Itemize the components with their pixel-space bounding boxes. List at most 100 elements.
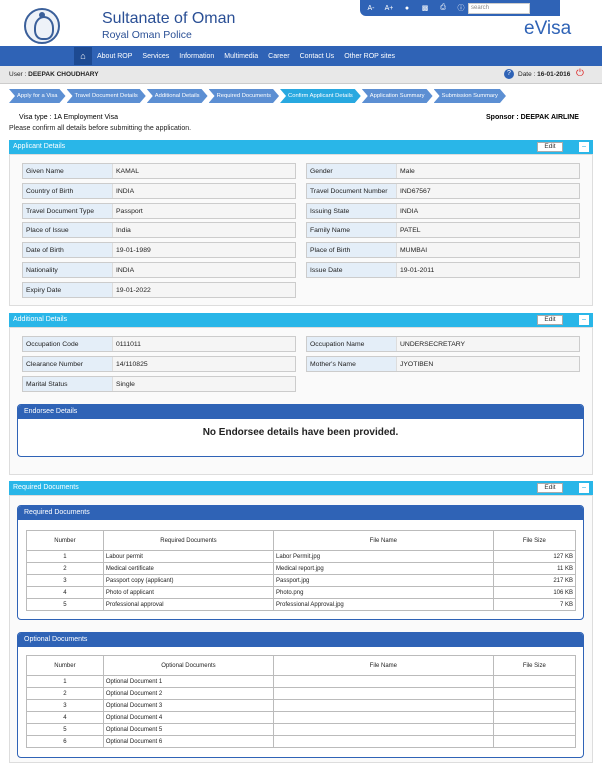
user-label: User : bbox=[9, 71, 29, 78]
table-cell: 217 KB bbox=[492, 574, 577, 587]
site-title: Sultanate of Oman bbox=[102, 10, 236, 27]
field-value: INDIA bbox=[113, 183, 295, 198]
field-label: Mother's Name bbox=[307, 356, 397, 371]
table-cell[interactable]: Photo.png bbox=[273, 586, 494, 599]
user-name: DEEPAK CHOUDHARY bbox=[28, 71, 99, 78]
step-travel-doc[interactable]: Travel Document Details bbox=[67, 89, 146, 103]
sponsor-value: DEEPAK AIRLINE bbox=[520, 114, 579, 121]
table-cell: Optional Document 6 bbox=[102, 735, 275, 748]
field-label: Place of Issue bbox=[23, 223, 113, 238]
field-label: Occupation Name bbox=[307, 337, 397, 351]
power-icon[interactable]: ⏻ bbox=[576, 68, 584, 79]
detail-field: Nationality INDIA bbox=[22, 262, 296, 278]
detail-field: Occupation Code 0111011 bbox=[22, 336, 296, 352]
field-value: 19-01-2022 bbox=[113, 282, 295, 297]
step-submission[interactable]: Submission Summary bbox=[434, 89, 506, 103]
info-icon[interactable]: ⓘ bbox=[454, 3, 468, 13]
font-decrease-button[interactable]: A- bbox=[364, 5, 378, 12]
table-cell: 2 bbox=[26, 687, 104, 700]
nav-services[interactable]: Services bbox=[137, 53, 174, 60]
collapse-icon[interactable]: − bbox=[579, 315, 589, 325]
optional-docs-panel: Optional Documents Number Optional Docume… bbox=[17, 632, 584, 758]
endorsee-message: No Endorsee details have been provided. bbox=[202, 427, 399, 438]
table-cell: 1 bbox=[26, 675, 104, 688]
table-cell: Optional Document 2 bbox=[102, 687, 275, 700]
table-row: 1 Labour permit Labor Permit.jpg 127 KB bbox=[26, 550, 577, 563]
required-docs-table: Number Required Documents File Name File Si… bbox=[26, 530, 577, 611]
print-icon[interactable]: ⎙ bbox=[436, 4, 450, 12]
search-input[interactable]: search bbox=[468, 3, 530, 14]
user-bar: User : DEEPAK CHOUDHARY ? Date : 16-01-2… bbox=[0, 66, 602, 84]
nav-information[interactable]: Information bbox=[174, 53, 219, 60]
detail-field: Clearance Number 14/110825 bbox=[22, 355, 296, 372]
date-value: 16-01-2016 bbox=[537, 71, 571, 78]
user-icon[interactable]: ● bbox=[400, 5, 414, 12]
column-header: Number bbox=[26, 530, 104, 551]
rop-emblem-logo bbox=[24, 8, 60, 44]
step-summary[interactable]: Application Summary bbox=[362, 89, 433, 103]
table-row: 1 Optional Document 1 bbox=[26, 675, 577, 688]
step-confirm[interactable]: Confirm Applicant Details bbox=[280, 89, 361, 103]
date-label: Date : bbox=[518, 71, 538, 78]
field-value: India bbox=[113, 223, 295, 238]
nav-other-sites[interactable]: Other ROP sites bbox=[339, 53, 400, 60]
table-header-row: Number Required Documents File Name File Si… bbox=[26, 530, 577, 551]
collapse-icon[interactable]: − bbox=[579, 142, 589, 152]
date-info: Date : 16-01-2016 bbox=[518, 71, 570, 78]
table-cell bbox=[273, 687, 494, 700]
reqdocs-edit-button[interactable]: Edit bbox=[537, 483, 563, 493]
field-label: Issue Date bbox=[307, 263, 397, 277]
nav-multimedia[interactable]: Multimedia bbox=[219, 53, 263, 60]
home-icon[interactable]: ⌂ bbox=[74, 47, 92, 65]
endorsee-panel: Endorsee Details No Endorsee details hav… bbox=[17, 404, 584, 457]
table-cell: 3 bbox=[26, 574, 104, 587]
field-label: Date of Birth bbox=[23, 243, 113, 258]
detail-field: Country of Birth INDIA bbox=[22, 182, 296, 199]
applicant-details-box: Given Name KAMAL Country of Birth INDIA Trav… bbox=[9, 154, 593, 306]
table-cell bbox=[492, 687, 577, 700]
field-value: MUMBAI bbox=[397, 243, 579, 258]
applicant-section-title: Applicant Details bbox=[13, 143, 66, 150]
table-row: 5 Optional Document 5 bbox=[26, 723, 577, 736]
table-cell[interactable]: Medical report.jpg bbox=[273, 562, 494, 575]
table-cell: 4 bbox=[26, 711, 104, 724]
field-label: Travel Document Type bbox=[23, 203, 113, 218]
nav-about[interactable]: About ROP bbox=[92, 53, 137, 60]
table-cell: Optional Document 5 bbox=[102, 723, 275, 736]
table-cell: 2 bbox=[26, 562, 104, 575]
collapse-icon[interactable]: − bbox=[579, 483, 589, 493]
detail-field: Date of Birth 19-01-1989 bbox=[22, 242, 296, 259]
nav-contact[interactable]: Contact Us bbox=[295, 53, 340, 60]
toolbar: A- A+ ● ▩ ⎙ ⓘ bbox=[360, 0, 560, 16]
detail-field: Travel Document Type Passport bbox=[22, 202, 296, 219]
table-cell[interactable]: Passport.jpg bbox=[273, 574, 494, 587]
field-label: Travel Document Number bbox=[307, 183, 397, 198]
font-increase-button[interactable]: A+ bbox=[382, 5, 396, 12]
column-header: Required Documents bbox=[102, 530, 275, 551]
detail-field: Occupation Name UNDERSECRETARY bbox=[306, 336, 580, 352]
reqdocs-section-title: Required Documents bbox=[13, 484, 79, 491]
applicant-edit-button[interactable]: Edit bbox=[537, 142, 563, 152]
step-additional[interactable]: Additional Details bbox=[147, 89, 208, 103]
additional-edit-button[interactable]: Edit bbox=[537, 315, 563, 325]
table-cell: 3 bbox=[26, 699, 104, 712]
table-cell[interactable]: Professional Approval.jpg bbox=[273, 598, 494, 611]
table-cell bbox=[492, 735, 577, 748]
nav-career[interactable]: Career bbox=[263, 53, 294, 60]
sitemap-icon[interactable]: ▩ bbox=[418, 4, 432, 12]
table-header-row: Number Optional Documents File Name File Si… bbox=[26, 655, 577, 676]
step-required-docs[interactable]: Required Documents bbox=[209, 89, 279, 103]
table-row: 2 Medical certificate Medical report.jpg 11… bbox=[26, 562, 577, 575]
evisa-brand: eVisa bbox=[524, 18, 572, 39]
column-header: File Size bbox=[492, 655, 577, 676]
field-label: Expiry Date bbox=[23, 282, 113, 297]
table-cell bbox=[492, 711, 577, 724]
detail-field: Travel Document Number IND67567 bbox=[306, 182, 580, 199]
table-cell: 6 bbox=[26, 735, 104, 748]
table-cell[interactable]: Labor Permit.jpg bbox=[273, 550, 494, 563]
field-label: Nationality bbox=[23, 263, 113, 277]
help-icon[interactable]: ? bbox=[504, 69, 514, 79]
field-label: Place of Birth bbox=[307, 243, 397, 258]
sponsor-label: Sponsor : bbox=[486, 114, 521, 121]
step-apply[interactable]: Apply for a Visa bbox=[9, 89, 66, 103]
